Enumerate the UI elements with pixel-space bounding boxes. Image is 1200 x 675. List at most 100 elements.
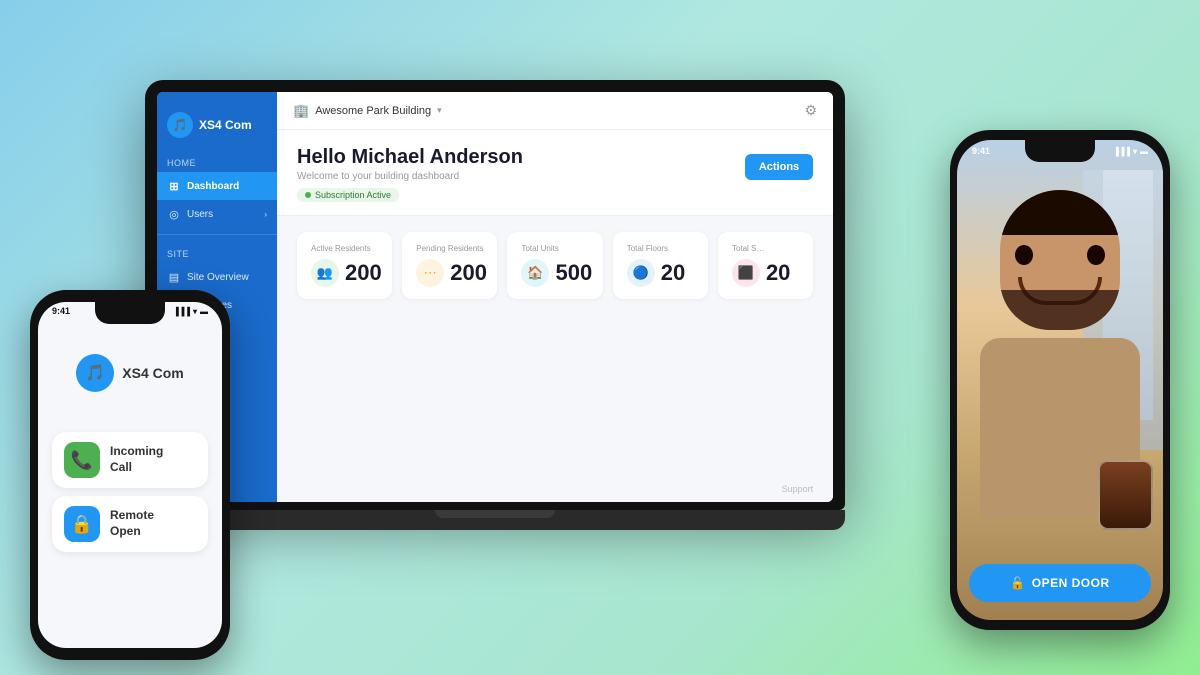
pip-video: [1098, 460, 1153, 530]
home-section: Home: [157, 150, 277, 172]
pip-person: [1100, 462, 1151, 528]
laptop-base: [145, 510, 845, 530]
phone-right-status-right: ▐▐▐ ▾ ▬: [1113, 147, 1148, 156]
wifi-icon: ▾: [193, 307, 197, 316]
phone-left-status-right: ▐▐▐ ▾ ▬: [173, 307, 208, 316]
dashboard-icon: ⊞: [167, 179, 181, 193]
stat-total-extra: Total S… ⬛ 20: [718, 232, 813, 299]
dashboard-label: Dashboard: [187, 181, 239, 192]
phone-app-logo: 🎵 XS4 Com: [76, 354, 183, 392]
users-icon: ◎: [167, 207, 181, 221]
welcome-subtitle: Welcome to your building dashboard: [297, 171, 523, 182]
stat-label-extra: Total S…: [732, 244, 799, 253]
laptop-screen: 🎵 XS4 Com Home ⊞ Dashboard ◎ Users › Sit…: [145, 80, 845, 510]
extra-icon: ⬛: [732, 259, 760, 287]
phone-logo-icon: 🎵: [76, 354, 114, 392]
phone-right-screen: 🔓 OPEN DOOR: [957, 140, 1163, 620]
pending-residents-icon: ⋯: [416, 259, 444, 287]
gear-icon[interactable]: ⚙: [805, 102, 818, 119]
stat-value-row: 👥 200: [311, 259, 378, 287]
total-floors-icon: 🔵: [627, 259, 655, 287]
incoming-call-icon: 📞: [64, 442, 100, 478]
left-eye: [1015, 245, 1033, 265]
total-units-icon: 🏠: [521, 259, 549, 287]
top-bar: 🏢 Awesome Park Building ▾ ⚙: [277, 92, 833, 130]
incoming-call-card[interactable]: 📞 IncomingCall: [52, 432, 208, 488]
remote-open-icon: 🔒: [64, 506, 100, 542]
battery-icon: ▬: [200, 307, 208, 316]
stat-label-floors: Total Floors: [627, 244, 694, 253]
stat-value-row-floors: 🔵 20: [627, 259, 694, 287]
phone-left-content: 🎵 XS4 Com 📞 IncomingCall 🔒 RemoteOpen: [38, 324, 222, 648]
right-signal-icon: ▐▐▐: [1113, 147, 1130, 156]
phone-left-time: 9:41: [52, 306, 70, 316]
person-hair: [1000, 190, 1120, 235]
remote-open-card[interactable]: 🔒 RemoteOpen: [52, 496, 208, 552]
sidebar-item-users[interactable]: ◎ Users ›: [157, 200, 277, 228]
stats-row: Active Residents 👥 200 Pending Residents…: [277, 216, 833, 315]
actions-button[interactable]: Actions: [745, 154, 813, 180]
stat-active-residents: Active Residents 👥 200: [297, 232, 392, 299]
right-eye: [1087, 245, 1105, 265]
signal-icon: ▐▐▐: [173, 307, 190, 316]
users-arrow: ›: [264, 210, 267, 219]
extra-value: 20: [766, 260, 790, 286]
welcome-row: Hello Michael Anderson Welcome to your b…: [297, 146, 813, 203]
phone-left-frame: 9:41 ▐▐▐ ▾ ▬ 🎵 XS4 Com 📞 IncomingCall �: [30, 290, 230, 660]
stat-label-active: Active Residents: [311, 244, 378, 253]
right-wifi-icon: ▾: [1133, 147, 1137, 156]
stat-value-row-extra: ⬛ 20: [732, 259, 799, 287]
phone-left-notch: [95, 302, 165, 324]
site-overview-icon: ▤: [167, 270, 181, 284]
building-icon: 🏢: [293, 103, 309, 119]
incoming-call-label: IncomingCall: [110, 444, 163, 475]
users-label: Users: [187, 209, 213, 220]
person-head: [1000, 190, 1120, 330]
app-logo: 🎵 XS4 Com: [157, 104, 277, 150]
welcome-section: Hello Michael Anderson Welcome to your b…: [277, 130, 833, 216]
beard: [1000, 290, 1120, 330]
active-residents-value: 200: [345, 260, 382, 286]
total-units-value: 500: [555, 260, 592, 286]
laptop-screen-inner: 🎵 XS4 Com Home ⊞ Dashboard ◎ Users › Sit…: [157, 92, 833, 502]
phone-app-name: XS4 Com: [122, 365, 183, 381]
total-floors-value: 20: [661, 260, 685, 286]
logo-icon: 🎵: [167, 112, 193, 138]
stat-total-units: Total Units 🏠 500: [507, 232, 602, 299]
open-door-lock-icon: 🔓: [1010, 576, 1025, 590]
sidebar-divider: [157, 234, 277, 235]
active-residents-icon: 👥: [311, 259, 339, 287]
stat-total-floors: Total Floors 🔵 20: [613, 232, 708, 299]
stat-value-row-units: 🏠 500: [521, 259, 588, 287]
video-call-scene: 🔓 OPEN DOOR: [957, 140, 1163, 620]
welcome-title: Hello Michael Anderson: [297, 146, 523, 169]
phone-right-time: 9:41: [972, 146, 990, 156]
phone-right-frame: 9:41 ▐▐▐ ▾ ▬: [950, 130, 1170, 630]
welcome-text: Hello Michael Anderson Welcome to your b…: [297, 146, 523, 203]
building-name: Awesome Park Building: [315, 105, 431, 117]
subscription-badge: Subscription Active: [297, 188, 399, 202]
chevron-down-icon: ▾: [437, 105, 442, 116]
open-door-label: OPEN DOOR: [1032, 576, 1110, 590]
stat-pending-residents: Pending Residents ⋯ 200: [402, 232, 497, 299]
main-content: 🏢 Awesome Park Building ▾ ⚙ Hello Michae…: [277, 92, 833, 502]
stat-label-units: Total Units: [521, 244, 588, 253]
building-selector[interactable]: 🏢 Awesome Park Building ▾: [293, 103, 442, 119]
phone-left-device: 9:41 ▐▐▐ ▾ ▬ 🎵 XS4 Com 📞 IncomingCall �: [30, 290, 230, 660]
stat-label-pending: Pending Residents: [416, 244, 483, 253]
app-name: XS4 Com: [199, 118, 252, 132]
subscription-label: Subscription Active: [315, 190, 391, 200]
phone-right-notch: [1025, 140, 1095, 162]
sidebar-item-site-overview[interactable]: ▤ Site Overview: [157, 263, 277, 291]
pending-residents-value: 200: [450, 260, 487, 286]
remote-open-label: RemoteOpen: [110, 508, 154, 539]
right-battery-icon: ▬: [1140, 147, 1148, 156]
open-door-button[interactable]: 🔓 OPEN DOOR: [969, 564, 1151, 602]
site-section: Site: [157, 241, 277, 263]
sidebar-item-dashboard[interactable]: ⊞ Dashboard: [157, 172, 277, 200]
subscription-active-dot: [305, 192, 311, 198]
laptop-device: 🎵 XS4 Com Home ⊞ Dashboard ◎ Users › Sit…: [145, 80, 845, 560]
stat-value-row-pending: ⋯ 200: [416, 259, 483, 287]
main-footer: Support: [277, 476, 833, 502]
phone-left-screen: 🎵 XS4 Com 📞 IncomingCall 🔒 RemoteOpen: [38, 302, 222, 648]
